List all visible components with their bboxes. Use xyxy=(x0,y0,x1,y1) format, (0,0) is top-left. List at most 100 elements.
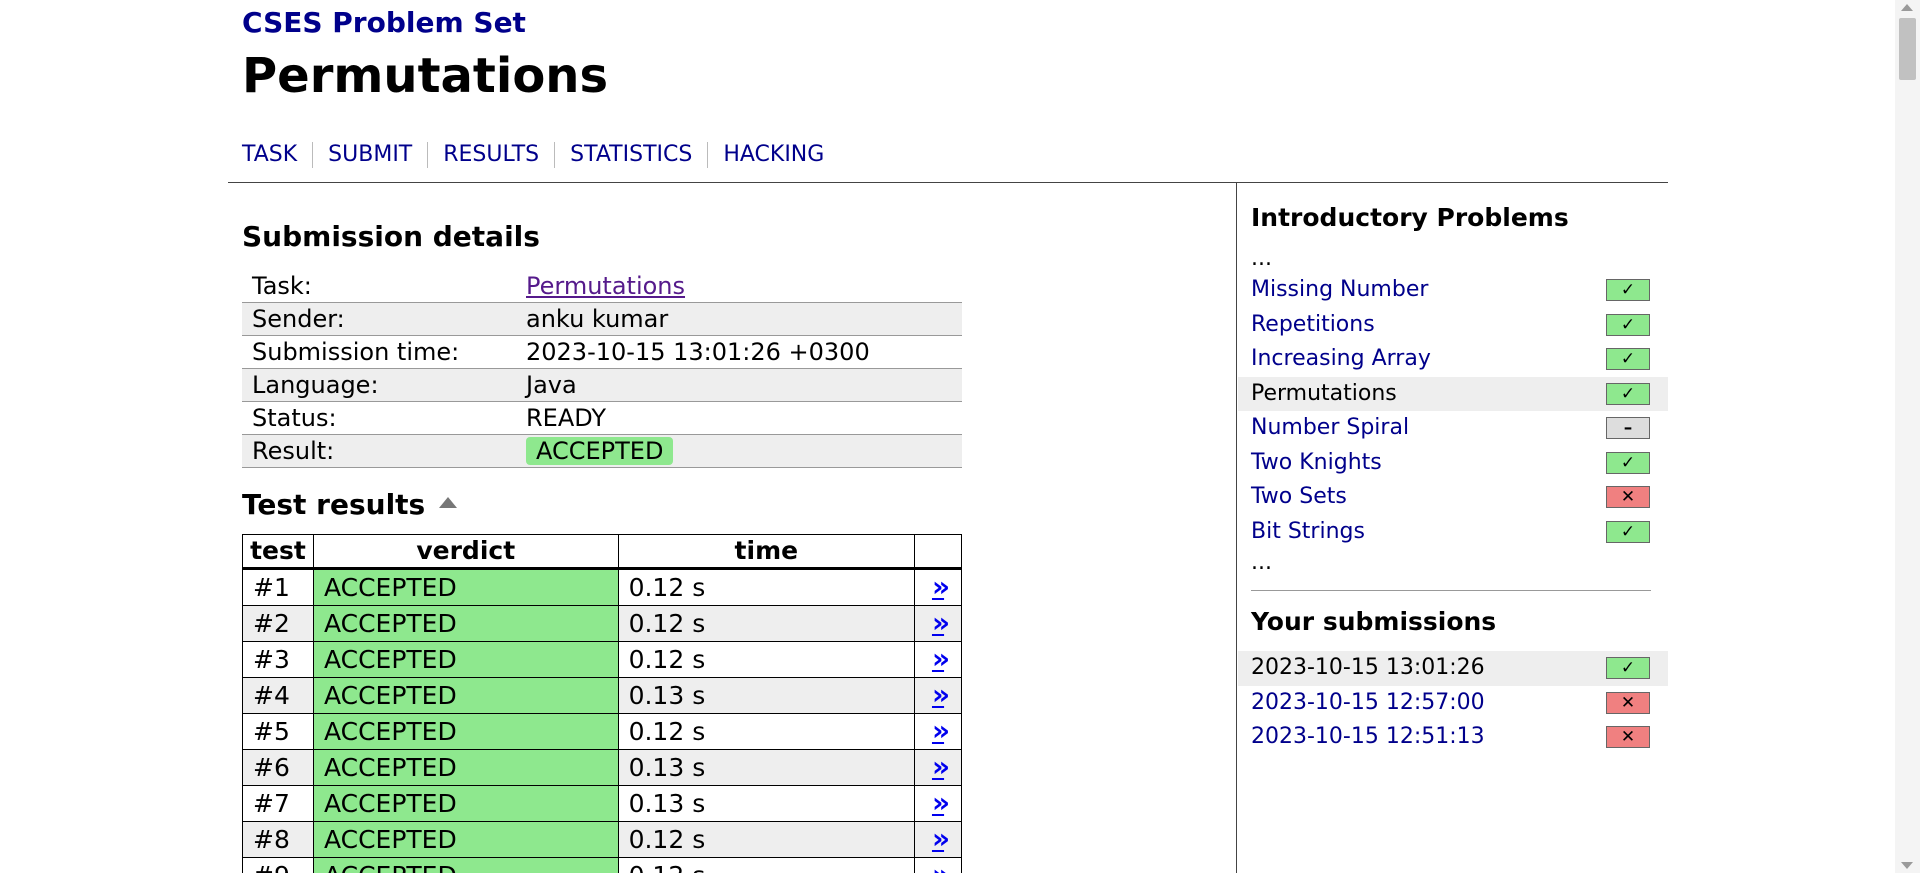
test-row: #3 ACCEPTED 0.12 s » xyxy=(242,641,962,678)
test-time: 0.12 s xyxy=(617,641,916,678)
test-link-cell: » xyxy=(914,749,962,786)
status-fail-icon: ✕ xyxy=(1606,486,1650,508)
test-number: #1 xyxy=(242,568,314,606)
test-row: #2 ACCEPTED 0.12 s » xyxy=(242,605,962,642)
detail-label: Result: xyxy=(242,434,516,468)
test-number: #4 xyxy=(242,677,314,714)
nav-statistics[interactable]: STATISTICS xyxy=(554,142,707,168)
test-number: #2 xyxy=(242,605,314,642)
nav-results[interactable]: RESULTS xyxy=(427,142,554,168)
status-ok-icon: ✓ xyxy=(1606,520,1650,543)
scrollbar-thumb[interactable] xyxy=(1899,18,1916,80)
test-row: #9ACCEPTED0.12 s » xyxy=(242,857,962,873)
test-details-link-icon[interactable]: » xyxy=(932,642,950,675)
test-time: 0.12 s xyxy=(617,568,916,606)
problem-name-current: Permutations xyxy=(1251,380,1397,406)
test-link-cell: » xyxy=(914,641,962,678)
test-row: #7 ACCEPTED 0.13 s » xyxy=(242,785,962,822)
status-ok-icon: ✓ xyxy=(1606,279,1650,301)
submission-details-table: Task: Permutations Sender: anku kumar Su… xyxy=(242,270,962,468)
detail-value: READY xyxy=(516,401,962,435)
test-details-link-icon[interactable]: » xyxy=(932,714,950,747)
detail-row-result: Result: ACCEPTED xyxy=(242,434,962,468)
test-verdict: ACCEPTED xyxy=(312,821,619,858)
problem-link[interactable]: Two Knights xyxy=(1251,450,1382,475)
problem-link[interactable]: Number Spiral xyxy=(1251,415,1409,440)
test-details-link-icon[interactable]: » xyxy=(932,786,950,819)
collapse-caret-icon[interactable] xyxy=(439,496,458,508)
test-number: #3 xyxy=(242,641,314,678)
submission-details-heading: Submission details xyxy=(242,220,540,253)
page-title: Permutations xyxy=(242,48,609,104)
status-ok-icon: ✓ xyxy=(1606,313,1650,336)
test-details-link-icon[interactable]: » xyxy=(932,858,950,873)
vertical-scrollbar[interactable] xyxy=(1895,0,1920,873)
problem-link[interactable]: Two Sets xyxy=(1251,484,1347,509)
submission-list: 2023-10-15 13:01:26 ✓ 2023-10-15 12:57:00 ✕… xyxy=(1238,651,1668,755)
test-details-link-icon[interactable]: » xyxy=(932,678,950,711)
detail-row-task: Task: Permutations xyxy=(242,270,962,303)
problem-link[interactable]: Increasing Array xyxy=(1251,346,1431,371)
test-number: #5 xyxy=(242,713,314,750)
submission-link[interactable]: 2023-10-15 12:57:00 xyxy=(1251,690,1485,715)
header-divider xyxy=(228,182,1668,183)
nav-submit[interactable]: SUBMIT xyxy=(312,142,427,168)
problem-item[interactable]: Two Knights ✓ xyxy=(1238,446,1668,481)
test-verdict: ACCEPTED xyxy=(312,568,619,606)
test-verdict: ACCEPTED xyxy=(312,641,619,678)
test-number: #6 xyxy=(242,749,314,786)
site-title-link[interactable]: CSES Problem Set xyxy=(242,6,526,39)
problem-item[interactable]: Number Spiral – xyxy=(1238,411,1668,446)
test-row: #1 ACCEPTED 0.12 s » xyxy=(242,568,962,606)
test-row: #8 ACCEPTED 0.12 s » xyxy=(242,821,962,858)
detail-label: Sender: xyxy=(242,302,516,336)
test-details-link-icon[interactable]: » xyxy=(932,822,950,855)
nav-hacking[interactable]: HACKING xyxy=(707,142,839,168)
nav-task[interactable]: TASK xyxy=(242,142,312,168)
sidebar-divider xyxy=(1236,182,1237,873)
problem-item[interactable]: Bit Strings ✓ xyxy=(1238,515,1668,550)
test-details-link-icon[interactable]: » xyxy=(932,606,950,639)
scroll-up-arrow-icon[interactable] xyxy=(1901,4,1913,11)
problem-item[interactable]: Increasing Array ✓ xyxy=(1238,342,1668,377)
test-details-link-icon[interactable]: » xyxy=(932,750,950,783)
status-ok-icon: ✓ xyxy=(1606,657,1650,679)
test-details-link-icon[interactable]: » xyxy=(932,570,950,603)
problem-link[interactable]: Bit Strings xyxy=(1251,519,1365,544)
submission-item[interactable]: 2023-10-15 12:57:00 ✕ xyxy=(1238,686,1668,721)
test-time: 0.13 s xyxy=(617,677,916,714)
submission-time-current: 2023-10-15 13:01:26 xyxy=(1251,655,1485,680)
sidebar-ellipsis-top: ... xyxy=(1251,246,1272,271)
problem-item[interactable]: Missing Number ✓ xyxy=(1238,273,1668,308)
detail-row-sender: Sender: anku kumar xyxy=(242,302,962,336)
test-results-heading: Test results xyxy=(242,488,458,521)
scroll-down-arrow-icon[interactable] xyxy=(1901,862,1913,869)
test-link-cell: » xyxy=(914,785,962,822)
problem-item[interactable]: Two Sets ✕ xyxy=(1238,480,1668,515)
test-link-cell: » xyxy=(914,821,962,858)
detail-value: 2023-10-15 13:01:26 +0300 xyxy=(516,335,962,369)
detail-label: Status: xyxy=(242,401,516,435)
test-link-cell: » xyxy=(914,857,962,873)
your-submissions-title: Your submissions xyxy=(1251,607,1497,636)
detail-label: Language: xyxy=(242,368,516,402)
problem-link[interactable]: Repetitions xyxy=(1251,312,1375,337)
submission-link[interactable]: 2023-10-15 12:51:13 xyxy=(1251,724,1485,749)
task-link[interactable]: Permutations xyxy=(526,272,685,300)
detail-row-submission-time: Submission time: 2023-10-15 13:01:26 +03… xyxy=(242,335,962,369)
detail-label: Task: xyxy=(242,270,516,303)
submission-item[interactable]: 2023-10-15 12:51:13 ✕ xyxy=(1238,720,1668,755)
status-ok-icon: ✓ xyxy=(1606,348,1650,370)
task-nav: TASK SUBMIT RESULTS STATISTICS HACKING xyxy=(242,142,839,168)
detail-value: ACCEPTED xyxy=(516,434,962,468)
problem-link[interactable]: Missing Number xyxy=(1251,277,1428,302)
detail-label: Submission time: xyxy=(242,335,516,369)
detail-row-language: Language: Java xyxy=(242,368,962,402)
test-row: #4 ACCEPTED 0.13 s » xyxy=(242,677,962,714)
test-row: #5 ACCEPTED 0.12 s » xyxy=(242,713,962,750)
column-header-verdict: verdict xyxy=(312,534,619,570)
column-header-time: time xyxy=(617,534,916,570)
problem-item[interactable]: Repetitions ✓ xyxy=(1238,308,1668,343)
problem-list: Missing Number ✓ Repetitions ✓ Increasing Ar… xyxy=(1238,273,1668,549)
detail-value: Permutations xyxy=(516,270,962,303)
